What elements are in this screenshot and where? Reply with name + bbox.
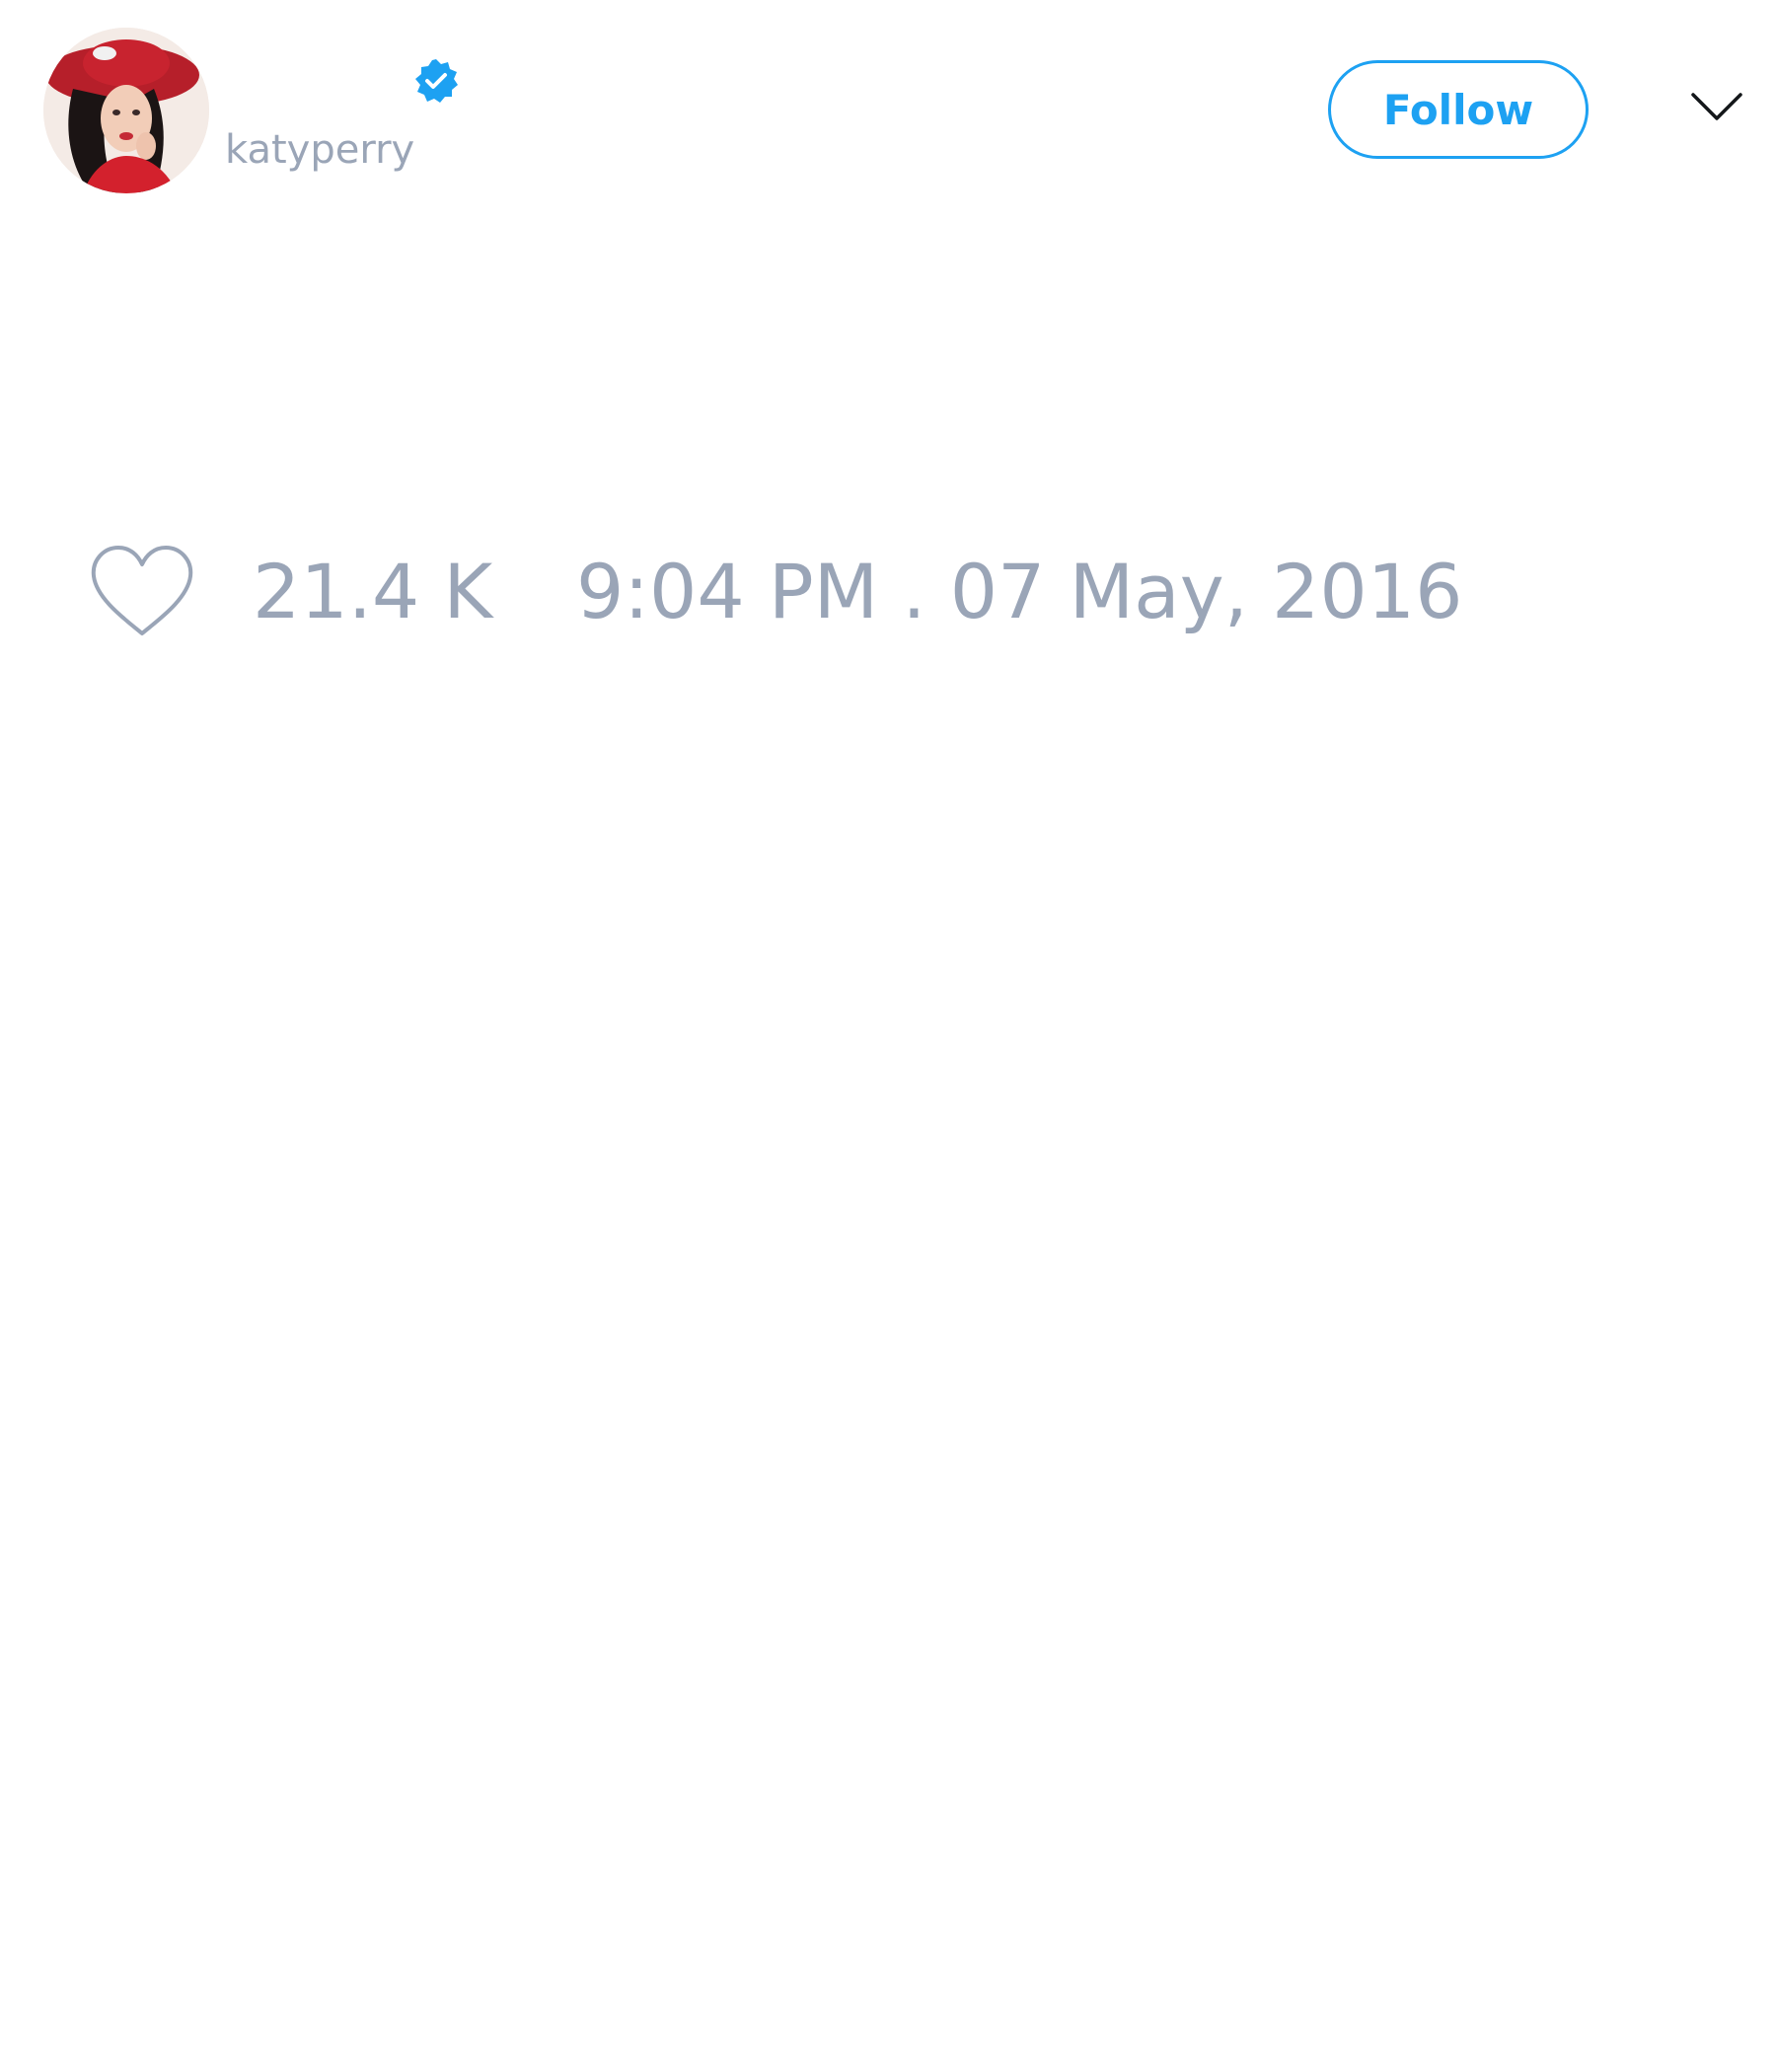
follow-button[interactable]: Follow [1328,60,1589,159]
verified-badge-icon [412,57,460,105]
username[interactable]: katyperry [225,126,414,174]
avatar-image [43,28,209,193]
tweet-actions: 21.4 K 9:04 PM . 07 May, 2016 [0,533,1776,651]
like-count: 21.4 K [253,548,493,635]
chevron-down-icon[interactable] [1689,87,1744,126]
avatar[interactable] [43,28,209,193]
heart-outline-icon[interactable] [89,543,195,639]
timestamp[interactable]: 9:04 PM . 07 May, 2016 [576,547,1462,637]
tweet-header: katyperry Follow [0,0,1776,207]
